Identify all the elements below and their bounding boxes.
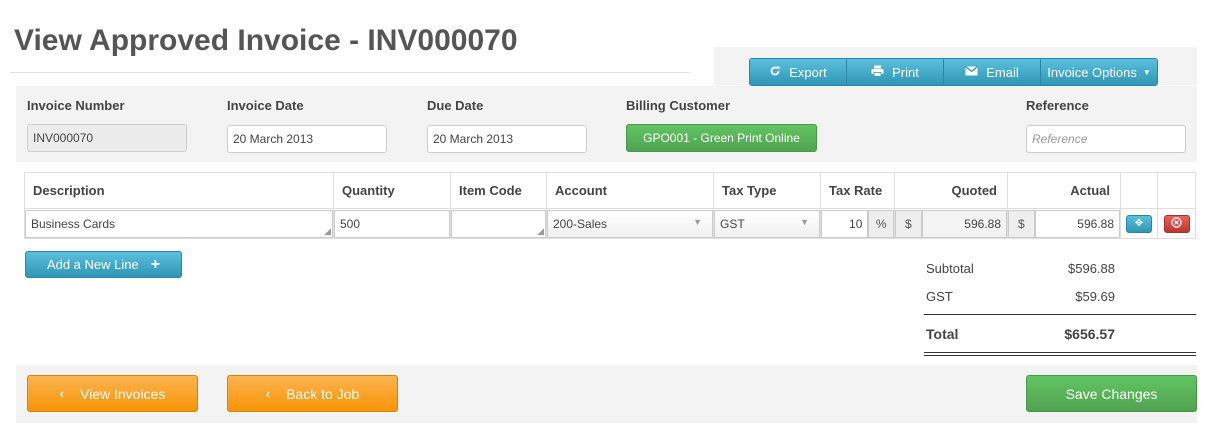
subtotal-label: Subtotal	[926, 261, 974, 276]
column-header-actual: Actual	[1007, 172, 1121, 209]
invoice-number-label: Invoice Number	[27, 98, 125, 113]
remove-icon	[1171, 216, 1182, 231]
save-changes-button[interactable]: Save Changes	[1026, 375, 1197, 412]
account-select[interactable]: 200-Sales ▼	[547, 209, 713, 238]
column-header-tax-type: Tax Type	[713, 172, 821, 209]
currency-addon: $	[895, 209, 922, 238]
quoted-input: 596.88	[921, 209, 1007, 238]
print-button[interactable]: Print	[847, 59, 944, 85]
email-button[interactable]: Email	[944, 59, 1041, 85]
back-to-job-label: Back to Job	[286, 385, 360, 402]
invoice-header-panel	[16, 86, 1197, 162]
invoice-options-label: Invoice Options	[1047, 64, 1137, 80]
invoice-number-field: INV000070	[27, 124, 187, 152]
column-header-account: Account	[546, 172, 714, 209]
due-date-label: Due Date	[427, 98, 484, 113]
email-label: Email	[986, 64, 1019, 80]
resize-grip-icon: ◢	[324, 225, 331, 236]
email-icon	[965, 65, 979, 79]
chevron-left-icon: ‹	[265, 386, 271, 401]
print-label: Print	[892, 64, 919, 80]
back-to-job-button[interactable]: ‹ Back to Job	[227, 375, 398, 412]
title-divider	[10, 72, 690, 73]
description-input[interactable]: Business Cards ◢	[25, 209, 333, 238]
invoice-actions-toolbar: Export Print Email Invoice Options ▼	[749, 58, 1158, 86]
invoice-date-label: Invoice Date	[227, 98, 304, 113]
export-button[interactable]: Export	[750, 59, 847, 85]
percent-addon: %	[868, 209, 894, 238]
column-header-quoted: Quoted	[894, 172, 1008, 209]
caret-down-icon: ▼	[1142, 67, 1151, 77]
reference-field[interactable]: Reference	[1026, 125, 1186, 153]
tax-rate-input[interactable]: 10	[821, 209, 869, 238]
chevron-down-icon: ▼	[800, 216, 809, 227]
add-new-line-label: Add a New Line	[46, 257, 139, 272]
resize-grip-icon: ◢	[537, 225, 544, 236]
currency-addon: $	[1008, 209, 1035, 238]
view-invoices-label: View Invoices	[80, 385, 166, 402]
totals-double-rule-bottom	[924, 355, 1196, 356]
billing-customer-button[interactable]: GPO001 - Green Print Online	[626, 124, 817, 152]
quantity-input[interactable]: 500	[334, 209, 450, 238]
table-row: Business Cards ◢ 500 ◢ 200-Sales ▼ GST ▼ 10…	[24, 208, 1196, 239]
subtotal-value: $596.88	[1068, 261, 1115, 276]
item-code-input[interactable]: ◢	[451, 209, 546, 238]
export-label: Export	[789, 64, 827, 80]
billing-customer-label: Billing Customer	[626, 98, 731, 113]
chevron-left-icon: ‹	[59, 386, 64, 401]
gst-value: $59.69	[1075, 289, 1115, 304]
tax-type-select[interactable]: GST ▼	[714, 209, 820, 238]
move-line-button[interactable]: ✥	[1126, 214, 1152, 233]
invoice-date-field[interactable]: 20 March 2013	[227, 125, 387, 153]
column-header-quantity: Quantity	[333, 172, 451, 209]
column-header-tax-rate: Tax Rate	[820, 172, 895, 209]
print-icon	[871, 65, 884, 80]
export-icon	[769, 65, 781, 80]
reference-label: Reference	[1026, 98, 1089, 113]
column-header-description: Description	[24, 172, 334, 209]
page-title: View Approved Invoice - INV000070	[14, 24, 518, 57]
view-invoices-button[interactable]: ‹ View Invoices	[27, 375, 198, 412]
due-date-field[interactable]: 20 March 2013	[427, 125, 587, 153]
actual-input[interactable]: 596.88	[1034, 209, 1120, 238]
totals-divider	[924, 314, 1196, 315]
delete-line-button[interactable]	[1163, 214, 1190, 233]
total-label: Total	[926, 326, 959, 342]
column-header-item-code: Item Code	[450, 172, 547, 209]
move-icon: ✥	[1134, 218, 1144, 229]
total-value: $656.57	[1064, 326, 1115, 342]
invoice-lines-table: Description Quantity Item Code Account T…	[24, 172, 1196, 239]
table-header-row: Description Quantity Item Code Account T…	[24, 172, 1196, 209]
plus-icon: +	[150, 255, 161, 273]
chevron-down-icon: ▼	[693, 216, 702, 227]
add-new-line-button[interactable]: Add a New Line +	[25, 251, 182, 278]
gst-label: GST	[926, 289, 953, 304]
invoice-options-dropdown[interactable]: Invoice Options ▼	[1041, 59, 1157, 85]
totals-double-rule-top	[924, 352, 1196, 353]
